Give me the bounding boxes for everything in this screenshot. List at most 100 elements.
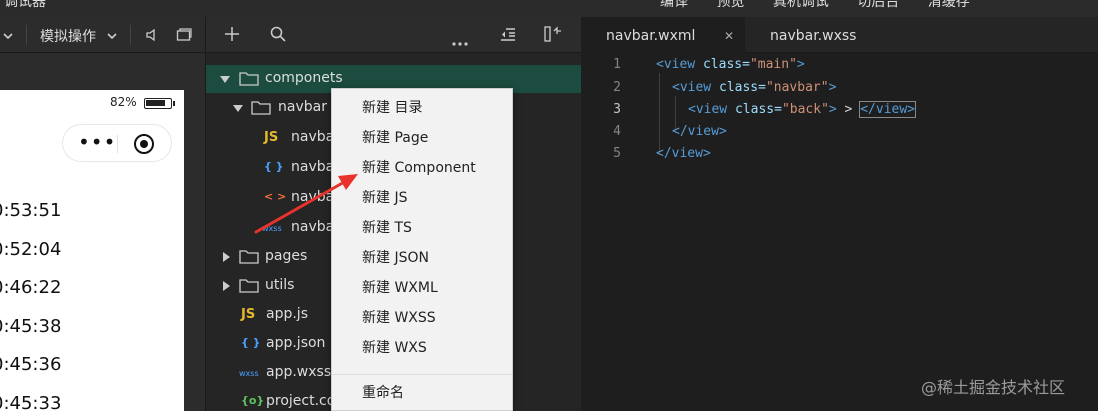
- folder-icon: [239, 71, 259, 89]
- capsule-divider: [117, 135, 118, 153]
- explorer-toolbar: [205, 17, 581, 53]
- tree-item-label: utils: [265, 277, 295, 293]
- tab-navbar-wxss[interactable]: navbar.wxss: [745, 17, 905, 53]
- menu-new-wxss[interactable]: 新建 WXSS: [332, 303, 512, 333]
- menu-rename[interactable]: 重命名: [332, 378, 512, 408]
- tag-close: >: [828, 102, 837, 117]
- list-item: 0:46:22: [0, 277, 62, 298]
- menu-preview[interactable]: 预览: [716, 0, 744, 10]
- wxml-file-icon: < >: [264, 190, 287, 203]
- tag-close: >: [796, 57, 805, 72]
- window-icon[interactable]: [176, 27, 192, 46]
- tree-item-label: navbar: [278, 99, 327, 115]
- wxss-file-icon: wxss: [239, 369, 259, 378]
- menu-new-wxml[interactable]: 新建 WXML: [332, 273, 512, 303]
- json-file-icon: { }: [264, 160, 284, 173]
- tab-label: navbar.wxml: [606, 28, 696, 44]
- attr-value: "navbar": [765, 80, 829, 95]
- code-line-1: <view class="main">: [656, 57, 805, 72]
- tree-item-label: navba: [291, 129, 335, 145]
- attr-value: "main": [749, 57, 797, 72]
- chevron-down-icon[interactable]: [233, 105, 243, 112]
- menu-compile[interactable]: 编译: [660, 0, 688, 10]
- line-number: 3: [613, 102, 621, 117]
- code-line-5: </view>: [656, 146, 711, 161]
- code-line-3: <view class="back"> > </view>: [688, 101, 917, 118]
- close-icon[interactable]: ✕: [724, 17, 734, 55]
- code-line-2: <view class="navbar">: [672, 80, 836, 95]
- tag-open: <view: [688, 102, 728, 117]
- menu-new-json[interactable]: 新建 JSON: [332, 243, 512, 273]
- simulate-operation-dropdown[interactable]: 模拟操作: [40, 26, 96, 46]
- line-number: 1: [613, 57, 621, 72]
- search-icon[interactable]: [270, 26, 286, 46]
- tree-item-label: project.co: [266, 393, 336, 409]
- menu-background[interactable]: 切后台: [857, 0, 899, 10]
- folder-icon: [251, 100, 271, 118]
- tree-item-label: pages: [265, 248, 308, 264]
- attr-name: class=: [727, 102, 782, 117]
- folder-icon: [239, 249, 259, 267]
- toolbar-divider: [26, 25, 27, 45]
- context-menu: 新建 目录 新建 Page 新建 Component 新建 JS 新建 TS 新…: [331, 88, 513, 411]
- volume-icon[interactable]: [145, 27, 159, 46]
- tag-end: </view>: [672, 124, 727, 139]
- code-editor[interactable]: 1 2 3 4 5 <view class="main"> <view clas…: [581, 53, 1098, 411]
- add-icon[interactable]: [224, 26, 240, 46]
- list-item: 0:52:04: [0, 238, 62, 260]
- tab-navbar-wxml[interactable]: navbar.wxml ✕: [581, 17, 745, 53]
- simulator-toolbar: 模拟操作: [0, 17, 205, 53]
- tag-open: <view: [672, 80, 712, 95]
- top-menus: 编译 预览 真机调试 切后台 清缓存: [660, 0, 994, 11]
- menu-new-page[interactable]: 新建 Page: [332, 123, 512, 153]
- time-list: 0:53:51 0:52:04 0:46:22 0:45:38 0:45:36 …: [0, 200, 61, 411]
- code-line-4: </view>: [672, 124, 727, 139]
- line-number: 5: [613, 146, 621, 161]
- more-icon[interactable]: [452, 31, 468, 50]
- tree-item-label: app.json: [266, 335, 326, 351]
- tag-end: </view>: [859, 101, 917, 118]
- toolbar-divider: [130, 25, 131, 45]
- close-target-icon[interactable]: [134, 134, 154, 154]
- menu-clear-cache[interactable]: 清缓存: [928, 0, 970, 10]
- js-file-icon: JS: [241, 307, 256, 322]
- top-menu-bar: 调试器 编译 预览 真机调试 切后台 清缓存: [0, 0, 1098, 17]
- mini-program-capsule: •••: [62, 124, 172, 162]
- list-item: 0:53:51: [0, 200, 62, 221]
- tree-item-label: navba: [291, 219, 335, 235]
- chevron-down-icon[interactable]: [2, 27, 14, 46]
- collapse-all-icon[interactable]: [500, 26, 516, 46]
- watermark: @稀土掘金技术社区: [921, 378, 1066, 397]
- tree-item-label: app.js: [266, 306, 308, 322]
- editor-tabs: navbar.wxml ✕ navbar.wxss: [581, 17, 1098, 53]
- attr-name: class=: [711, 80, 766, 95]
- attr-value: "back": [781, 102, 829, 117]
- menu-remote-debug[interactable]: 真机调试: [773, 0, 829, 10]
- chevron-right-icon[interactable]: [223, 281, 230, 291]
- js-file-icon: JS: [264, 130, 279, 145]
- menu-new-component[interactable]: 新建 Component: [332, 153, 512, 183]
- list-item: 0:45:38: [0, 315, 62, 337]
- phone-screen[interactable]: 82% ••• 0:53:51 0:52:04 0:46:22 0:45:38 …: [0, 90, 184, 411]
- chevron-down-icon[interactable]: [106, 27, 118, 46]
- chevron-right-icon[interactable]: [223, 252, 230, 262]
- simulator-area: 82% ••• 0:53:51 0:52:04 0:46:22 0:45:38 …: [0, 53, 205, 411]
- folder-icon: [239, 278, 259, 296]
- menu-new-js[interactable]: 新建 JS: [332, 183, 512, 213]
- menu-new-wxs[interactable]: 新建 WXS: [332, 333, 512, 363]
- more-dots-icon[interactable]: •••: [78, 132, 116, 152]
- chevron-down-icon[interactable]: [220, 76, 230, 83]
- line-number: 4: [613, 124, 621, 139]
- menu-new-ts[interactable]: 新建 TS: [332, 213, 512, 243]
- config-file-icon: {o}: [241, 394, 265, 407]
- line-number: 2: [613, 80, 621, 95]
- menu-new-directory[interactable]: 新建 目录: [332, 93, 512, 123]
- list-item: 0:45:36: [0, 354, 62, 375]
- battery-percent: 82%: [110, 95, 137, 109]
- split-icon[interactable]: [544, 26, 562, 46]
- tag-end: </view>: [656, 146, 711, 161]
- tree-item-label: app.wxss: [266, 364, 332, 380]
- menu-separator: [332, 374, 512, 375]
- tree-item-label: navba: [291, 159, 335, 175]
- tree-item-label: componets: [265, 70, 343, 86]
